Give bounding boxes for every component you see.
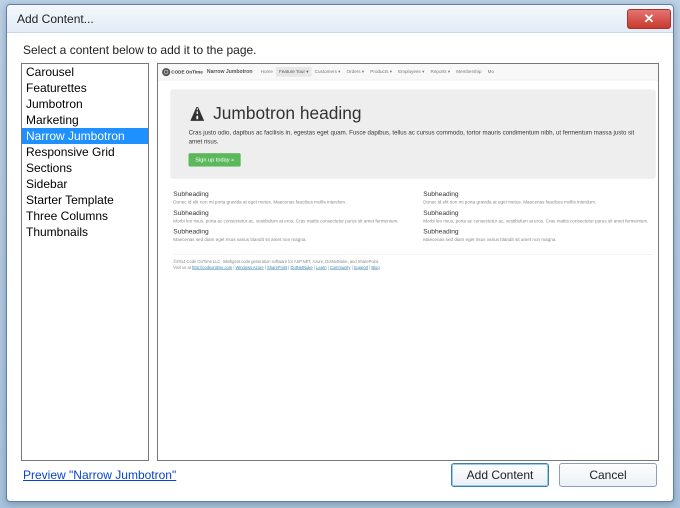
- preview-nav-link[interactable]: Customers ▾: [312, 67, 344, 77]
- template-item[interactable]: Narrow Jumbotron: [22, 128, 148, 144]
- template-item[interactable]: Jumbotron: [22, 96, 148, 112]
- template-item[interactable]: Responsive Grid: [22, 144, 148, 160]
- logo-text: CODE OnTime: [171, 69, 203, 74]
- preview-subheading: Subheading: [173, 227, 402, 235]
- preview-brand: Narrow Jumbotron: [207, 69, 253, 75]
- preview-logo: ◯ CODE OnTime: [162, 68, 203, 76]
- template-item[interactable]: Sidebar: [22, 176, 148, 192]
- footer-link[interactable]: Support: [354, 265, 368, 270]
- footer-link[interactable]: Windows Azure: [236, 265, 264, 270]
- add-content-button[interactable]: Add Content: [451, 463, 549, 487]
- footer-link[interactable]: Community: [330, 265, 351, 270]
- jumbotron-heading: Jumbotron heading: [213, 104, 361, 124]
- dialog-body: CarouselFeaturettesJumbotronMarketingNar…: [7, 63, 673, 451]
- template-listbox[interactable]: CarouselFeaturettesJumbotronMarketingNar…: [21, 63, 149, 461]
- preview-nav: ◯ CODE OnTime Narrow Jumbotron HomeFeatu…: [158, 64, 659, 80]
- logo-icon: ◯: [162, 68, 170, 76]
- preview-subheading: Subheading: [423, 227, 652, 235]
- footer-link[interactable]: Learn: [316, 265, 326, 270]
- preview-nav-link[interactable]: Employees ▾: [395, 67, 427, 77]
- close-icon: ✕: [644, 12, 655, 25]
- window-title: Add Content...: [17, 12, 94, 26]
- preview-subdesc: Donec id elit non mi porta gravida at eg…: [423, 199, 652, 205]
- prompt-text: Select a content below to add it to the …: [7, 33, 673, 63]
- preview-nav-link[interactable]: Feature Tour ▾: [276, 67, 312, 77]
- preview-subdesc: Donec id elit non mi porta gravida at eg…: [173, 199, 402, 205]
- template-item[interactable]: Thumbnails: [22, 224, 148, 240]
- preview-nav-link[interactable]: Membership: [453, 67, 484, 77]
- template-item[interactable]: Featurettes: [22, 80, 148, 96]
- footer-line2: Visit us at http://codeontime.com | Wind…: [173, 265, 652, 271]
- preview-subheading: Subheading: [173, 190, 402, 198]
- preview-subheading: Subheading: [173, 209, 402, 217]
- preview-subheading: Subheading: [423, 190, 652, 198]
- template-item[interactable]: Starter Template: [22, 192, 148, 208]
- preview-subdesc: Maecenas sed diam eget risus varius blan…: [173, 236, 402, 242]
- footer-link[interactable]: SharePoint: [267, 265, 287, 270]
- footer-link[interactable]: http://codeontime.com: [192, 265, 232, 270]
- jumbotron: Jumbotron heading Cras justo odio, dapib…: [170, 90, 656, 179]
- template-item[interactable]: Marketing: [22, 112, 148, 128]
- titlebar: Add Content... ✕: [7, 5, 673, 33]
- preview-nav-link[interactable]: Reports ▾: [427, 67, 453, 77]
- add-content-dialog: Add Content... ✕ Select a content below …: [6, 4, 674, 502]
- preview-nav-link[interactable]: Products ▾: [367, 67, 395, 77]
- footer-link[interactable]: DotNetNuke: [291, 265, 313, 270]
- preview-nav-link[interactable]: Orders ▾: [344, 67, 368, 77]
- preview-subdesc: Morbi leo risus, porta ac consectetur ac…: [173, 218, 402, 224]
- preview-subdesc: Morbi leo risus, porta ac consectetur ac…: [423, 218, 652, 224]
- cancel-button[interactable]: Cancel: [559, 463, 657, 487]
- preview-nav-link[interactable]: Mo: [485, 67, 498, 77]
- template-item[interactable]: Three Columns: [22, 208, 148, 224]
- preview-columns: SubheadingDonec id elit non mi porta gra…: [173, 187, 652, 246]
- jumbotron-desc: Cras justo odio, dapibus ac facilisis in…: [189, 128, 638, 146]
- preview-column: SubheadingDonec id elit non mi porta gra…: [423, 187, 652, 246]
- signup-button[interactable]: Sign up today »: [189, 153, 241, 166]
- preview-subdesc: Maecenas sed diam eget risus varius blan…: [423, 236, 652, 242]
- preview-link[interactable]: Preview "Narrow Jumbotron": [23, 468, 176, 482]
- template-item[interactable]: Sections: [22, 160, 148, 176]
- close-button[interactable]: ✕: [627, 9, 671, 29]
- preview-pane: ◯ CODE OnTime Narrow Jumbotron HomeFeatu…: [157, 63, 659, 461]
- preview-subheading: Subheading: [423, 209, 652, 217]
- preview-footer: ©2014 Code OnTime LLC. Intelligent code …: [173, 254, 652, 277]
- footer-link[interactable]: Blog: [371, 265, 379, 270]
- road-icon: [189, 105, 206, 122]
- template-item[interactable]: Carousel: [22, 64, 148, 80]
- preview-column: SubheadingDonec id elit non mi porta gra…: [173, 187, 402, 246]
- preview-nav-link[interactable]: Home: [258, 67, 276, 77]
